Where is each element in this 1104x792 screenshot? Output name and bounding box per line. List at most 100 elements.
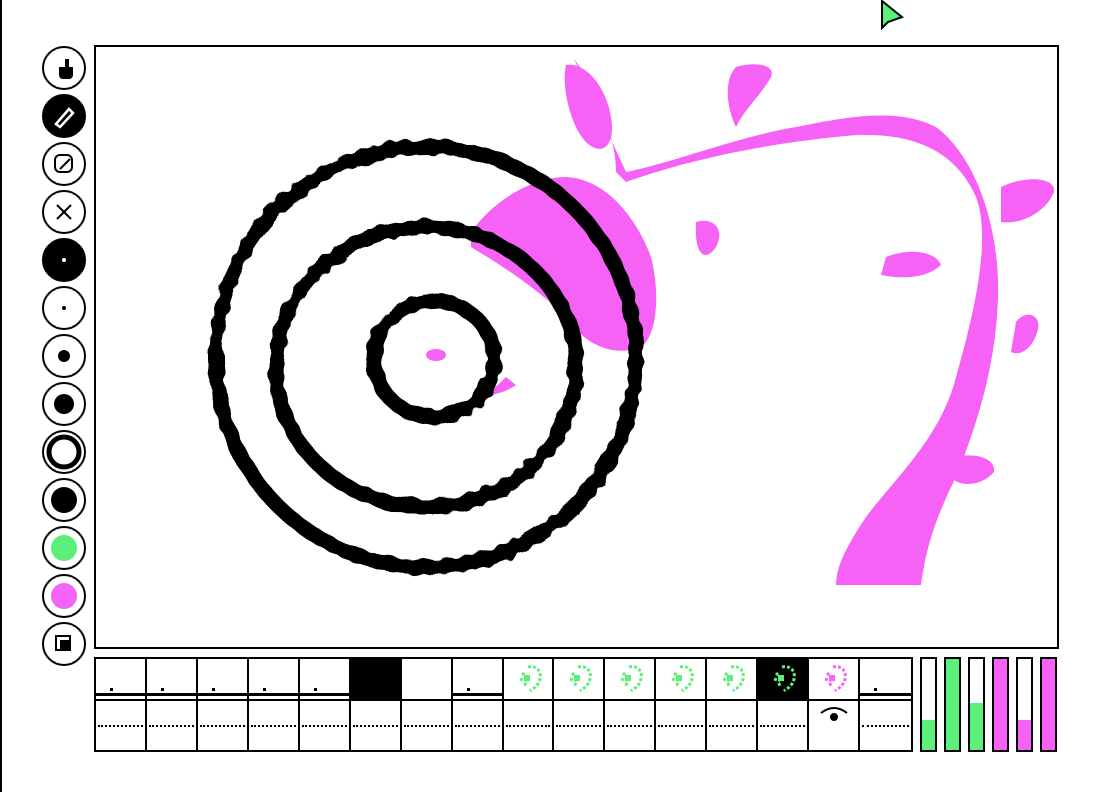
timeline-track-cell[interactable]	[707, 701, 759, 752]
timeline-track-cell[interactable]	[758, 701, 810, 752]
brush-size-medium-icon	[54, 394, 74, 414]
meter-fill	[922, 719, 935, 750]
green-sprite-thumbnail-icon	[569, 665, 593, 693]
layer-copy-tool-button[interactable]	[42, 622, 86, 666]
green-sprite-thumbnail-icon	[773, 665, 797, 693]
timeline-track-cell[interactable]	[351, 701, 402, 752]
track-dotted-line	[352, 725, 398, 727]
brush-size-medium-button[interactable]	[42, 382, 86, 426]
hand-tool-button[interactable]	[42, 46, 86, 90]
timeline-frame[interactable]	[299, 659, 351, 699]
timeline-track-cell[interactable]	[198, 701, 249, 752]
meter-fill	[994, 659, 1007, 750]
timeline-frame[interactable]	[809, 659, 861, 699]
magenta-sprite-thumbnail-icon	[824, 665, 848, 693]
timeline-frame[interactable]	[758, 659, 810, 699]
frame-dot-thumbnail	[262, 688, 266, 691]
timeline-track-cell[interactable]	[249, 701, 300, 752]
track-dotted-line	[454, 725, 500, 727]
brush-size-large-icon	[62, 258, 66, 262]
green-sprite-thumbnail-icon	[671, 665, 695, 693]
clear-x-tool-button[interactable]	[42, 190, 86, 234]
color-black-swatch-icon	[51, 487, 77, 513]
track-dotted-line	[403, 725, 449, 727]
track-dotted-line	[98, 725, 143, 727]
brush-size-ring-icon	[46, 434, 82, 470]
color-black-button[interactable]	[42, 478, 86, 522]
timeline-track-cell[interactable]	[96, 701, 147, 752]
frame-dot-thumbnail	[160, 688, 164, 691]
brush-size-tiny-icon	[62, 306, 66, 310]
eraser-tool-button[interactable]	[42, 142, 86, 186]
timeline-frame[interactable]	[402, 659, 453, 699]
timeline-track-cell[interactable]	[656, 701, 708, 752]
hand-tool-icon	[59, 59, 73, 79]
frame-dot-thumbnail	[874, 688, 878, 691]
brush-size-tiny-button[interactable]	[42, 286, 86, 330]
magenta-level-meter[interactable]	[992, 657, 1009, 752]
track-dotted-line	[709, 725, 755, 727]
track-strip	[96, 701, 911, 752]
green-level-meter[interactable]	[920, 657, 937, 752]
timeline-track-cell[interactable]	[147, 701, 198, 752]
eraser-tool-icon	[54, 154, 73, 173]
timeline-track-cell[interactable]	[860, 701, 911, 752]
timeline-track-cell[interactable]	[402, 701, 453, 752]
magenta-level-meter[interactable]	[1016, 657, 1033, 752]
track-dotted-line	[862, 725, 909, 727]
brush-size-large-button[interactable]	[42, 238, 86, 282]
frame-ground-thumbnail	[860, 693, 911, 696]
color-green-swatch-icon	[51, 535, 77, 561]
mouse-pointer-icon	[881, 0, 905, 30]
timeline-frame[interactable]	[554, 659, 606, 699]
animation-timeline	[94, 657, 913, 752]
timeline-track-cell[interactable]	[605, 701, 657, 752]
magenta-level-meter[interactable]	[1040, 657, 1057, 752]
eye-icon	[820, 707, 848, 721]
track-dotted-line	[148, 725, 194, 727]
timeline-frame[interactable]	[96, 659, 147, 699]
timeline-frame[interactable]	[860, 659, 911, 699]
frame-ground-thumbnail	[197, 693, 247, 696]
timeline-frame[interactable]	[605, 659, 657, 699]
pencil-tool-button[interactable]	[42, 94, 86, 138]
brush-size-ring-button[interactable]	[42, 430, 86, 474]
track-dotted-line	[250, 725, 296, 727]
color-magenta-button[interactable]	[42, 574, 86, 618]
green-sprite-thumbnail-icon	[519, 665, 542, 693]
layer-copy-tool-icon	[55, 635, 71, 651]
meter-fill	[1018, 719, 1031, 750]
green-sprite-thumbnail-icon	[722, 665, 746, 693]
timeline-track-cell[interactable]	[809, 701, 861, 752]
timeline-track-cell[interactable]	[453, 701, 504, 752]
track-dotted-line	[301, 725, 347, 727]
timeline-track-cell[interactable]	[300, 701, 351, 752]
timeline-frame[interactable]	[350, 659, 402, 699]
timeline-frame[interactable]	[656, 659, 708, 699]
track-dotted-line	[760, 725, 806, 727]
frame-ground-thumbnail	[299, 693, 349, 696]
frame-ground-thumbnail	[452, 693, 502, 696]
timeline-track-cell[interactable]	[504, 701, 555, 752]
frame-dot-thumbnail	[211, 688, 215, 691]
green-level-meter[interactable]	[968, 657, 985, 752]
track-dotted-line	[556, 725, 602, 727]
timeline-track-cell[interactable]	[554, 701, 606, 752]
brush-size-small-button[interactable]	[42, 334, 86, 378]
frame-ground-thumbnail	[96, 693, 145, 696]
green-sprite-thumbnail-icon	[620, 665, 644, 693]
timeline-frame[interactable]	[248, 659, 300, 699]
color-green-button[interactable]	[42, 526, 86, 570]
drawing-canvas[interactable]	[94, 45, 1059, 649]
meter-fill	[1042, 659, 1055, 750]
timeline-frame[interactable]	[504, 659, 555, 699]
timeline-frame[interactable]	[146, 659, 198, 699]
track-dotted-line	[505, 725, 551, 727]
green-level-meter[interactable]	[944, 657, 961, 752]
timeline-frame[interactable]	[707, 659, 759, 699]
brush-size-small-icon	[58, 350, 70, 362]
timeline-frame[interactable]	[452, 659, 504, 699]
timeline-frame[interactable]	[197, 659, 249, 699]
canvas-artwork	[208, 59, 1055, 585]
meter-fill	[970, 702, 983, 750]
